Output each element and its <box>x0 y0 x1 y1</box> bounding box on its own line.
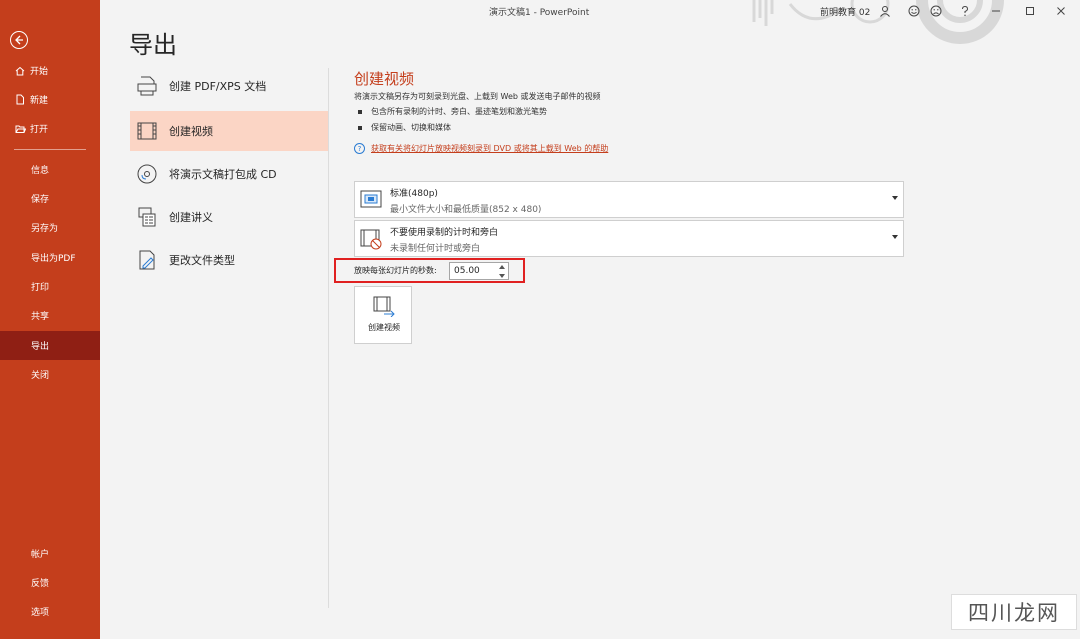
sidebar-item-close[interactable]: 关闭 <box>0 360 100 389</box>
chevron-down-icon <box>892 235 898 239</box>
export-option-create-video[interactable]: 创建视频 <box>130 111 328 151</box>
sidebar-item-label: 打开 <box>30 125 49 135</box>
sidebar-item-label: 信息 <box>31 166 50 176</box>
sidebar-item-label: 打印 <box>31 283 50 293</box>
quality-dropdown-main: 标准(480p) <box>390 189 438 199</box>
sidebar-item-label: 帐户 <box>31 550 50 560</box>
folder-open-icon <box>14 124 26 134</box>
sidebar-item-label: 关闭 <box>31 371 50 381</box>
sidebar-item-home[interactable]: 开始 <box>0 56 100 85</box>
frown-feedback-icon[interactable] <box>928 3 944 19</box>
sidebar-item-print[interactable]: 打印 <box>0 272 100 301</box>
export-option-create-pdf[interactable]: 创建 PDF/XPS 文档 <box>130 66 328 106</box>
export-option-label: 将演示文稿打包成 CD <box>169 168 277 181</box>
spin-up-icon[interactable] <box>497 263 507 271</box>
timing-narration-dropdown[interactable]: 不要使用录制的计时和旁白 未录制任何计时或旁白 <box>354 220 904 257</box>
monitor-quality-icon <box>360 190 382 208</box>
video-quality-dropdown[interactable]: 标准(480p) 最小文件大小和最低质量(852 x 480) <box>354 181 904 218</box>
help-circle-icon: ? <box>354 143 365 154</box>
video-film-icon <box>134 118 160 144</box>
sidebar-item-label: 导出为PDF <box>31 254 76 264</box>
create-video-icon <box>373 296 395 317</box>
sidebar-item-label: 保存 <box>31 195 50 205</box>
new-file-icon <box>14 94 26 105</box>
sidebar-item-label: 选项 <box>31 608 50 618</box>
help-link[interactable]: 获取有关将幻灯片放映视频刻录到 DVD 或将其上载到 Web 的帮助 <box>371 143 608 154</box>
back-button[interactable] <box>10 31 28 49</box>
sidebar-item-new[interactable]: 新建 <box>0 85 100 114</box>
sidebar-item-open[interactable]: 打开 <box>0 114 100 143</box>
seconds-per-slide-label: 放映每张幻灯片的秒数: <box>354 266 437 275</box>
watermark-logo: 四川龙网 <box>951 594 1077 630</box>
sidebar-item-label: 新建 <box>30 96 49 106</box>
sidebar-item-save-as[interactable]: 另存为 <box>0 213 100 242</box>
export-option-package-cd[interactable]: 将演示文稿打包成 CD <box>130 154 328 194</box>
sidebar-item-share[interactable]: 共享 <box>0 301 100 330</box>
title-bar: 演示文稿1 - PowerPoint 前明教育 02 <box>100 0 1080 44</box>
export-option-create-handouts[interactable]: 创建讲义 <box>130 197 328 237</box>
help-row: ? 获取有关将幻灯片放映视频刻录到 DVD 或将其上载到 Web 的帮助 <box>354 143 608 154</box>
change-file-type-icon <box>134 247 160 273</box>
create-video-bullet: 包含所有录制的计时、旁白、墨迹笔划和激光笔势 <box>358 106 547 117</box>
sidebar-item-export-pdf[interactable]: 导出为PDF <box>0 243 100 272</box>
export-option-label: 更改文件类型 <box>169 254 235 267</box>
sidebar-item-label: 开始 <box>30 67 49 77</box>
minimize-icon[interactable] <box>988 3 1004 19</box>
create-video-description: 将演示文稿另存为可刻录到光盘、上载到 Web 或发送电子邮件的视频 <box>354 92 601 101</box>
user-name[interactable]: 前明教育 02 <box>820 5 870 18</box>
create-video-button-label: 创建视频 <box>368 323 400 332</box>
create-video-title: 创建视频 <box>354 70 415 88</box>
create-video-bullet: 保留动画、切换和媒体 <box>358 122 451 133</box>
export-option-label: 创建讲义 <box>169 211 213 224</box>
home-icon <box>14 66 26 76</box>
sidebar-item-label: 导出 <box>31 342 50 352</box>
export-option-change-file-type[interactable]: 更改文件类型 <box>130 240 328 280</box>
sidebar-item-label: 共享 <box>31 312 50 322</box>
pdf-document-icon <box>134 73 160 99</box>
timing-dropdown-main: 不要使用录制的计时和旁白 <box>390 228 499 238</box>
sidebar-item-feedback[interactable]: 反馈 <box>0 568 100 597</box>
quality-dropdown-sub: 最小文件大小和最低质量(852 x 480) <box>390 205 542 215</box>
create-video-button[interactable]: 创建视频 <box>354 286 412 344</box>
sidebar-item-info[interactable]: 信息 <box>0 155 100 184</box>
sidebar-item-save[interactable]: 保存 <box>0 184 100 213</box>
maximize-icon[interactable] <box>1022 3 1038 19</box>
help-question-icon[interactable] <box>957 3 973 19</box>
export-option-label: 创建 PDF/XPS 文档 <box>169 80 267 93</box>
back-arrow-icon <box>15 35 23 45</box>
timing-dropdown-sub: 未录制任何计时或旁白 <box>390 244 481 254</box>
sidebar-divider <box>14 149 86 150</box>
sidebar-item-export[interactable]: 导出 <box>0 331 100 360</box>
cd-disc-icon <box>134 161 160 187</box>
sidebar-item-account[interactable]: 帐户 <box>0 539 100 568</box>
backstage-sidebar: 开始 新建 打开 信息 保存 另存为 导出为PDF 打印 共享 导出 关闭 帐户… <box>0 0 100 639</box>
panel-divider <box>328 68 329 608</box>
chevron-down-icon <box>892 196 898 200</box>
handout-icon <box>134 204 160 230</box>
spin-down-icon[interactable] <box>497 272 507 280</box>
page-title: 导出 <box>129 31 177 59</box>
sidebar-item-label: 另存为 <box>31 224 59 234</box>
close-window-icon[interactable] <box>1053 3 1069 19</box>
user-avatar-icon[interactable] <box>877 3 893 19</box>
window-title: 演示文稿1 - PowerPoint <box>489 8 590 18</box>
sidebar-item-label: 反馈 <box>31 579 50 589</box>
export-option-label: 创建视频 <box>169 125 213 138</box>
no-timing-film-icon <box>360 229 382 250</box>
smile-feedback-icon[interactable] <box>906 3 922 19</box>
sidebar-item-options[interactable]: 选项 <box>0 597 100 626</box>
